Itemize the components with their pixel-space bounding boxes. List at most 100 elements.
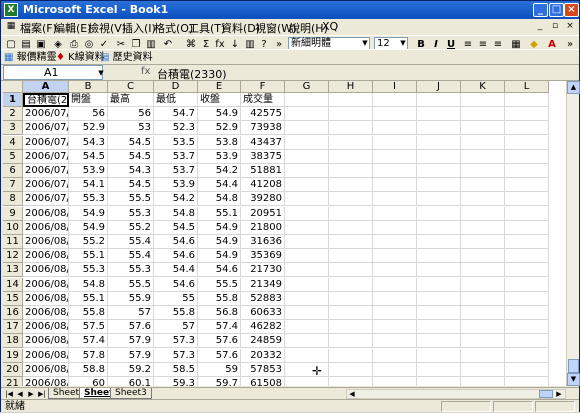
cell-c3[interactable]: 53	[108, 121, 154, 136]
cell-d14[interactable]: 54.6	[154, 277, 198, 292]
cell-b5[interactable]: 54.5	[69, 149, 108, 164]
cell-c4[interactable]: 54.5	[108, 135, 154, 150]
cell-c15[interactable]: 55.9	[108, 291, 154, 306]
cell-d8[interactable]: 54.2	[154, 192, 198, 207]
cell-j20[interactable]	[417, 362, 461, 377]
cell-b1[interactable]: 開盤	[69, 93, 108, 107]
cell-i3[interactable]	[373, 121, 417, 136]
cell-d9[interactable]: 54.8	[154, 206, 198, 221]
cell-e12[interactable]: 54.9	[198, 249, 241, 264]
row-header-18[interactable]: 18	[3, 334, 23, 349]
cell-a13[interactable]: 2006/08/07	[23, 263, 69, 278]
cell-k9[interactable]	[461, 206, 505, 221]
cell-f20[interactable]: 57853	[241, 362, 285, 377]
column-header-g[interactable]: G	[285, 81, 329, 93]
cell-b12[interactable]: 55.1	[69, 249, 108, 264]
column-header-j[interactable]: J	[417, 81, 461, 93]
row-header-3[interactable]: 3	[3, 121, 23, 136]
cell-h21[interactable]	[329, 377, 373, 386]
cell-b4[interactable]: 54.3	[69, 135, 108, 150]
name-box[interactable]: A1	[3, 65, 103, 80]
cell-c7[interactable]: 54.5	[108, 178, 154, 193]
cell-e14[interactable]: 55.5	[198, 277, 241, 292]
cell-l2[interactable]	[505, 107, 549, 122]
vertical-scroll-thumb[interactable]	[568, 359, 579, 373]
cell-f2[interactable]: 42575	[241, 107, 285, 122]
cell-j16[interactable]	[417, 306, 461, 320]
cell-h9[interactable]	[329, 206, 373, 221]
cell-a11[interactable]: 2006/08/03	[23, 235, 69, 249]
cell-c16[interactable]: 57	[108, 306, 154, 320]
cell-k3[interactable]	[461, 121, 505, 136]
cell-e1[interactable]: 收盤	[198, 93, 241, 107]
cell-l9[interactable]	[505, 206, 549, 221]
sheet-tab-sheet3[interactable]: Sheet3	[110, 388, 152, 399]
cell-b7[interactable]: 54.1	[69, 178, 108, 193]
row-header-7[interactable]: 7	[3, 178, 23, 193]
cell-d4[interactable]: 53.5	[154, 135, 198, 150]
column-header-i[interactable]: I	[373, 81, 417, 93]
cell-b8[interactable]: 55.3	[69, 192, 108, 207]
cell-a4[interactable]: 2006/07/25	[23, 135, 69, 150]
cell-d1[interactable]: 最低	[154, 93, 198, 107]
cell-f3[interactable]: 73938	[241, 121, 285, 136]
cell-l12[interactable]	[505, 249, 549, 264]
row-header-6[interactable]: 6	[3, 164, 23, 178]
cell-j3[interactable]	[417, 121, 461, 136]
cell-i16[interactable]	[373, 306, 417, 320]
doc-close-icon[interactable]: ×	[564, 21, 576, 33]
cell-b3[interactable]: 52.9	[69, 121, 108, 136]
cell-a21[interactable]: 2006/08/17	[23, 377, 69, 386]
cell-f21[interactable]: 61508	[241, 377, 285, 386]
cell-a1[interactable]: 台積電(23	[23, 93, 69, 107]
cell-d6[interactable]: 53.7	[154, 164, 198, 178]
cell-j8[interactable]	[417, 192, 461, 207]
cell-j13[interactable]	[417, 263, 461, 278]
cell-i9[interactable]	[373, 206, 417, 221]
cell-k17[interactable]	[461, 320, 505, 335]
cell-h16[interactable]	[329, 306, 373, 320]
cell-f16[interactable]: 60633	[241, 306, 285, 320]
cell-g7[interactable]	[285, 178, 329, 193]
cell-j12[interactable]	[417, 249, 461, 264]
row-header-12[interactable]: 12	[3, 249, 23, 264]
cell-f6[interactable]: 51881	[241, 164, 285, 178]
cell-b11[interactable]: 55.2	[69, 235, 108, 249]
cell-d3[interactable]: 52.3	[154, 121, 198, 136]
cell-e18[interactable]: 57.6	[198, 334, 241, 349]
cell-i5[interactable]	[373, 149, 417, 164]
minimize-button[interactable]: _	[533, 3, 548, 17]
cell-g14[interactable]	[285, 277, 329, 292]
cell-f9[interactable]: 20951	[241, 206, 285, 221]
cell-l8[interactable]	[505, 192, 549, 207]
cell-i1[interactable]	[373, 93, 417, 107]
cell-l1[interactable]	[505, 93, 549, 107]
cell-c5[interactable]: 54.5	[108, 149, 154, 164]
cell-c14[interactable]: 55.5	[108, 277, 154, 292]
cell-j14[interactable]	[417, 277, 461, 292]
cell-c20[interactable]: 59.2	[108, 362, 154, 377]
cell-h15[interactable]	[329, 291, 373, 306]
cell-h7[interactable]	[329, 178, 373, 193]
spreadsheet-grid[interactable]: ABCDEFGHIJKL1台積電(23開盤最高最低收盤成交量22006/07/2…	[3, 81, 566, 386]
cell-a15[interactable]: 2006/08/09	[23, 291, 69, 306]
column-header-e[interactable]: E	[198, 81, 241, 93]
first-sheet-icon[interactable]: |◀	[4, 389, 14, 399]
cell-e9[interactable]: 55.1	[198, 206, 241, 221]
cell-l5[interactable]	[505, 149, 549, 164]
cell-g6[interactable]	[285, 164, 329, 178]
row-header-21[interactable]: 21	[3, 377, 23, 386]
cell-e11[interactable]: 54.9	[198, 235, 241, 249]
cell-e10[interactable]: 54.9	[198, 220, 241, 235]
column-header-l[interactable]: L	[505, 81, 549, 93]
cell-k13[interactable]	[461, 263, 505, 278]
cell-d20[interactable]: 58.5	[154, 362, 198, 377]
row-header-13[interactable]: 13	[3, 263, 23, 278]
cell-k6[interactable]	[461, 164, 505, 178]
cell-l10[interactable]	[505, 220, 549, 235]
doc-minimize-icon[interactable]: _	[534, 21, 546, 33]
cell-f10[interactable]: 21800	[241, 220, 285, 235]
cell-d19[interactable]: 57.3	[154, 348, 198, 363]
title-bar[interactable]: X Microsoft Excel - Book1 _ □ ×	[1, 1, 579, 19]
cell-e19[interactable]: 57.6	[198, 348, 241, 363]
